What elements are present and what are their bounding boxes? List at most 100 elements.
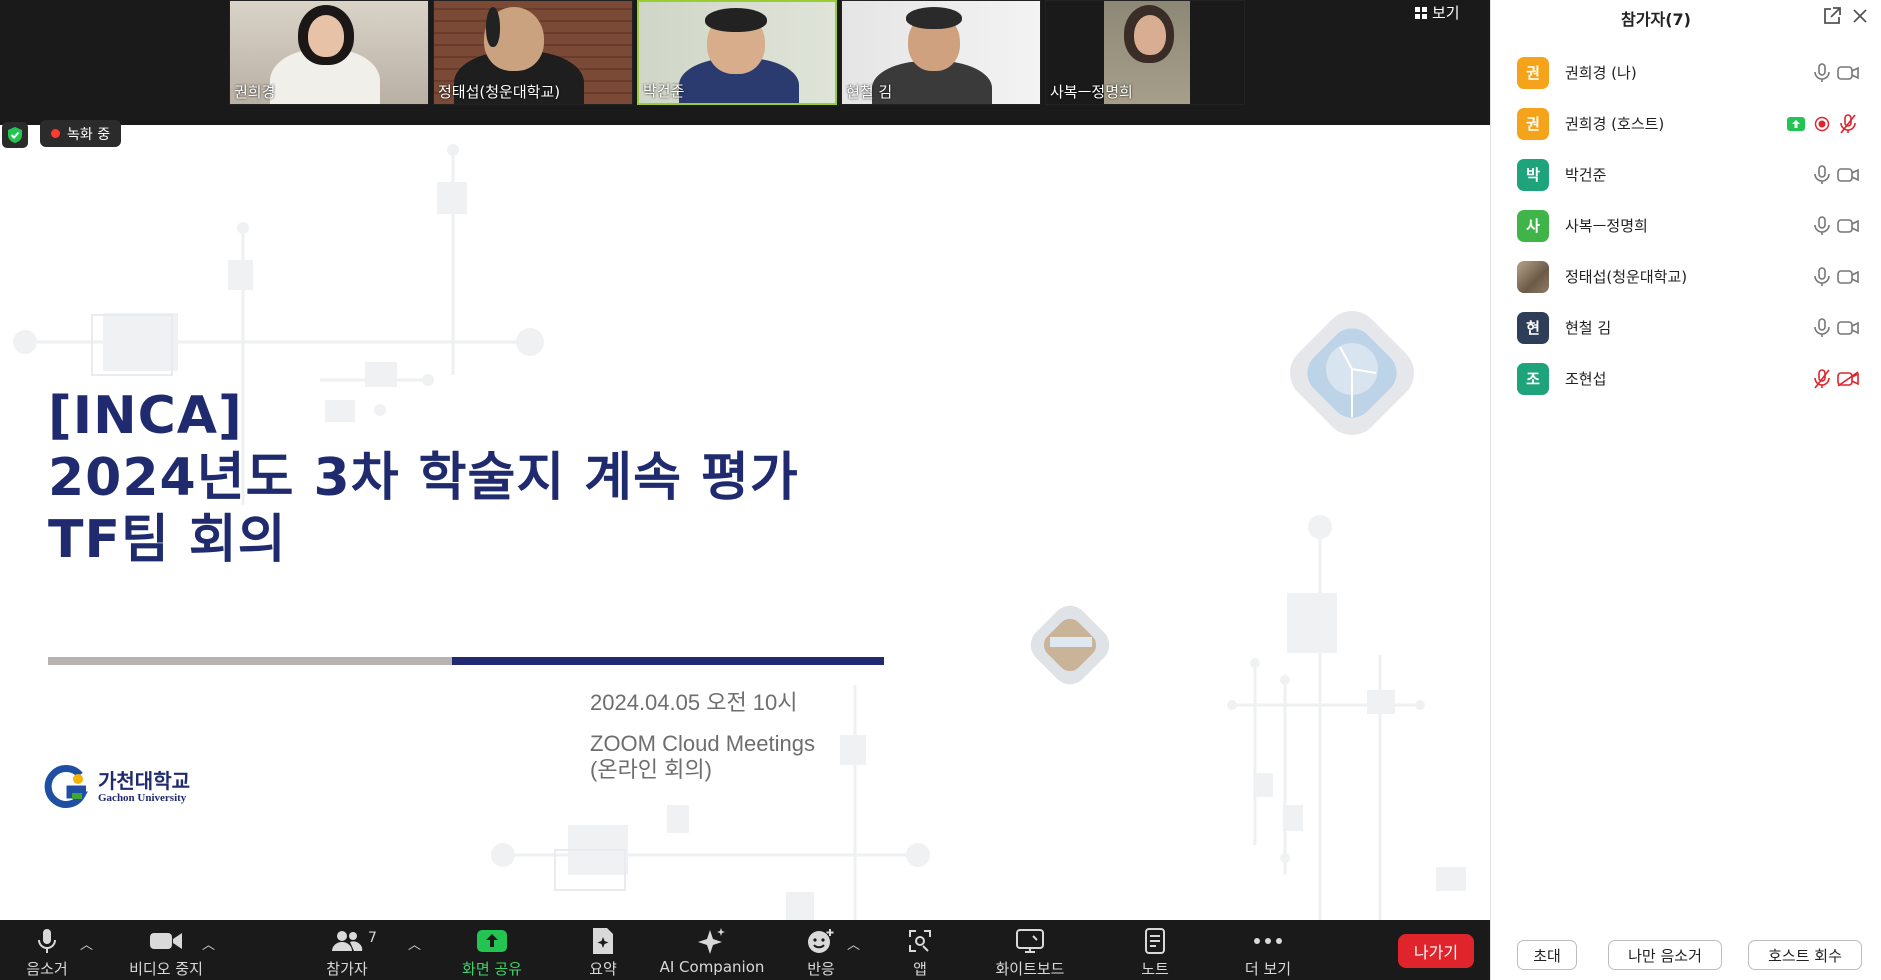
participant-row[interactable]: 조 조현섭 xyxy=(1491,353,1881,404)
recording-indicator[interactable]: 녹화 중 xyxy=(40,120,122,147)
participant-name: 권희경 (호스트) xyxy=(1565,115,1665,133)
avatar: 권 xyxy=(1517,107,1549,140)
camera-icon[interactable] xyxy=(1837,164,1859,186)
participants-panel: 참가자(7) 권 권희경 (나) 권 권희경 (호스트) 박 박건준사 사복ㅡ정명희정태섭(… xyxy=(1490,0,1881,980)
camera-icon[interactable] xyxy=(1837,62,1859,84)
gachon-emblem-icon xyxy=(44,765,88,808)
apps-button[interactable]: 앱 xyxy=(900,920,940,980)
slide-divider-navy xyxy=(452,657,884,665)
camera-off-icon[interactable] xyxy=(1837,368,1859,390)
participant-name: 박건준 xyxy=(1565,166,1607,184)
video-tile[interactable]: 권희경 xyxy=(229,0,429,105)
avatar: 박 xyxy=(1517,158,1549,191)
participant-row[interactable]: 권 권희경 (나) xyxy=(1491,47,1881,98)
microphone-muted-icon[interactable] xyxy=(1837,113,1859,135)
slide-platform: ZOOM Cloud Meetings (온라인 회의) xyxy=(590,731,815,783)
camera-icon[interactable] xyxy=(1837,317,1859,339)
video-camera-icon xyxy=(149,920,183,954)
slide-title: [INCA] 2024년도 3차 학술지 계속 평가 TF팀 회의 xyxy=(48,385,799,571)
notes-button[interactable]: 노트 xyxy=(1130,920,1180,980)
reclaim-host-button[interactable]: 호스트 회수 xyxy=(1748,940,1862,970)
video-tile[interactable]: 정태섭(청운대학교) xyxy=(433,0,633,105)
slide-title-line: [INCA] xyxy=(48,386,243,446)
more-label: 더 보기 xyxy=(1244,960,1292,978)
notes-label: 노트 xyxy=(1141,960,1169,978)
close-icon[interactable] xyxy=(1849,5,1871,27)
microphone-icon[interactable] xyxy=(1811,164,1833,186)
video-tile-name: 정태섭(청운대학교) xyxy=(438,83,561,101)
whiteboard-icon xyxy=(1015,920,1045,954)
view-label: 보기 xyxy=(1432,4,1460,22)
slide-title-line: 2024년도 3차 학술지 계속 평가 xyxy=(48,448,799,508)
whiteboard-button[interactable]: 화이트보드 xyxy=(990,920,1070,980)
video-options-chevron-icon[interactable]: ︿ xyxy=(202,934,215,953)
notes-icon xyxy=(1144,920,1166,954)
avatar: 현 xyxy=(1517,311,1549,344)
reactions-options-chevron-icon[interactable]: ︿ xyxy=(847,934,860,953)
slide-date: 2024.04.05 오전 10시 xyxy=(590,690,798,715)
slide-divider-gray xyxy=(48,657,452,665)
summary-document-icon xyxy=(591,920,615,954)
apps-label: 앱 xyxy=(913,960,927,978)
view-button[interactable]: 보기 xyxy=(1415,2,1460,23)
leave-meeting-button[interactable]: 나가기 xyxy=(1398,934,1474,968)
participant-row[interactable]: 사 사복ㅡ정명희 xyxy=(1491,200,1881,251)
summary-button[interactable]: 요약 xyxy=(575,920,631,980)
participant-row[interactable]: 권 권희경 (호스트) xyxy=(1491,98,1881,149)
ai-companion-button[interactable]: AI Companion xyxy=(658,920,766,980)
participants-button[interactable]: 참가자 xyxy=(315,920,379,980)
sharing-screen-icon xyxy=(1785,113,1807,135)
whiteboard-label: 화이트보드 xyxy=(995,960,1065,978)
camera-icon[interactable] xyxy=(1837,266,1859,288)
apps-icon xyxy=(908,920,932,954)
participant-name: 조현섭 xyxy=(1565,370,1607,388)
panel-title: 참가자(7) xyxy=(1621,10,1691,29)
video-tile-name: 사복ㅡ정명희 xyxy=(1050,83,1133,101)
share-screen-icon xyxy=(476,920,508,954)
microphone-icon[interactable] xyxy=(1811,62,1833,84)
audio-options-chevron-icon[interactable]: ︿ xyxy=(80,934,93,953)
avatar: 조 xyxy=(1517,362,1549,395)
video-tile[interactable]: 현철 김 xyxy=(841,0,1041,105)
participant-row[interactable]: 박 박건준 xyxy=(1491,149,1881,200)
participants-icon xyxy=(330,920,364,954)
microphone-icon[interactable] xyxy=(1811,317,1833,339)
microphone-icon[interactable] xyxy=(1811,215,1833,237)
microphone-icon[interactable] xyxy=(1811,266,1833,288)
participants-options-chevron-icon[interactable]: ︿ xyxy=(408,934,421,953)
participant-row[interactable]: 정태섭(청운대학교) xyxy=(1491,251,1881,302)
video-tile[interactable]: 사복ㅡ정명희 xyxy=(1045,0,1245,105)
microphone-muted-icon[interactable] xyxy=(1811,368,1833,390)
invite-button[interactable]: 초대 xyxy=(1517,940,1577,970)
more-button[interactable]: 더 보기 xyxy=(1235,920,1301,980)
participants-count: 7 xyxy=(368,930,377,946)
avatar: 사 xyxy=(1517,209,1549,242)
recording-icon xyxy=(1811,113,1833,135)
video-tile[interactable]: 박건준 xyxy=(637,0,837,105)
slide-platform-line: ZOOM Cloud Meetings xyxy=(590,731,815,756)
video-strip: 권희경 정태섭(청운대학교) 박건준 현철 김 사복ㅡ정명희 보기 xyxy=(0,0,1490,125)
ai-companion-label: AI Companion xyxy=(659,958,765,976)
stop-video-label: 비디오 중지 xyxy=(129,960,203,978)
popout-icon[interactable] xyxy=(1821,5,1843,27)
summary-label: 요약 xyxy=(589,960,617,978)
video-tile-name: 현철 김 xyxy=(846,83,893,101)
reactions-label: 반응 xyxy=(807,960,835,978)
video-tile-name: 박건준 xyxy=(643,82,685,100)
participant-name: 사복ㅡ정명희 xyxy=(1565,217,1648,235)
participant-row[interactable]: 현 현철 김 xyxy=(1491,302,1881,353)
share-screen-button[interactable]: 화면 공유 xyxy=(452,920,532,980)
stop-video-button[interactable]: 비디오 중지 xyxy=(118,920,214,980)
reactions-button[interactable]: 반응 xyxy=(793,920,849,980)
logo-english-text: Gachon University xyxy=(98,792,187,804)
video-tile-name: 권희경 xyxy=(234,83,276,101)
mute-label: 음소거 xyxy=(26,960,68,978)
gachon-logo: 가천대학교 Gachon University xyxy=(42,765,190,809)
security-shield-icon[interactable] xyxy=(2,122,28,148)
mute-me-button[interactable]: 나만 음소거 xyxy=(1608,940,1722,970)
camera-icon[interactable] xyxy=(1837,215,1859,237)
share-screen-label: 화면 공유 xyxy=(462,960,522,978)
meeting-toolbar: 음소거 ︿ 비디오 중지 ︿ 참가자 7 ︿ 화면 공유 요약 AI Compa… xyxy=(0,920,1490,980)
mute-button[interactable]: 음소거 xyxy=(15,920,79,980)
meeting-area: 권희경 정태섭(청운대학교) 박건준 현철 김 사복ㅡ정명희 보기 [INCA]… xyxy=(0,0,1490,980)
